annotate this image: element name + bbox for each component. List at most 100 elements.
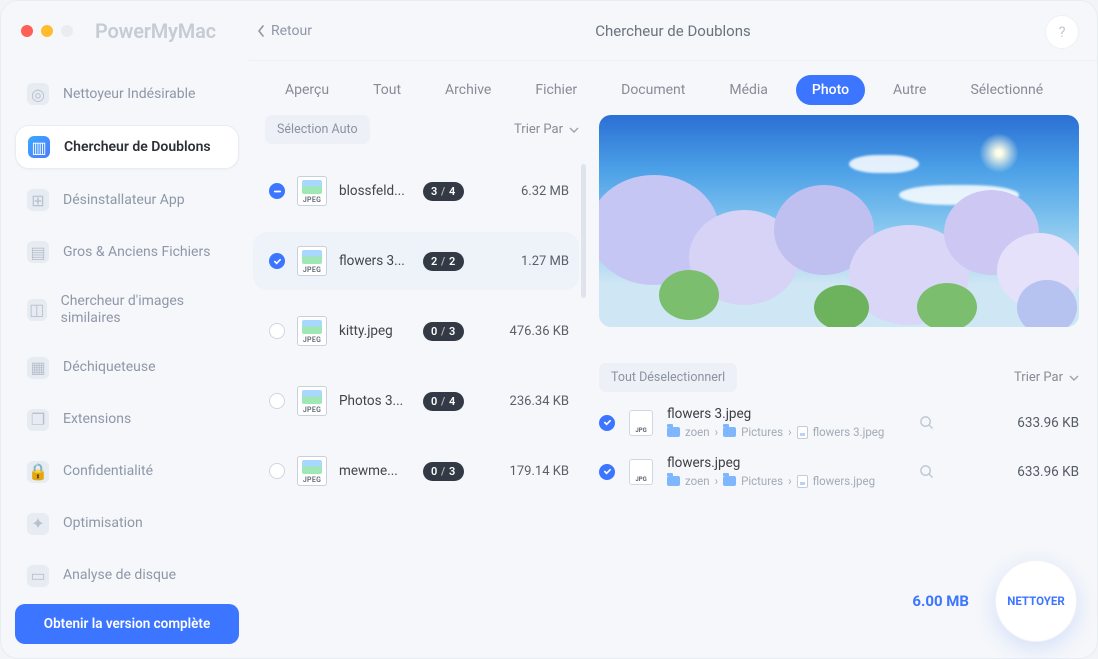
file-size: 179.14 KB [510,464,569,479]
duplicate-row[interactable]: JPGflowers 3.jpeg zoen › Pictures › flow… [599,406,1079,439]
tab-photo[interactable]: Photo [796,75,865,105]
disk-icon: ▭ [27,565,49,587]
sidebar-item-3[interactable]: ▤ Gros & Anciens Fichiers [15,231,239,273]
preview-icon[interactable] [919,415,934,430]
auto-select-button[interactable]: Sélection Auto [265,115,370,144]
group-row[interactable]: JPEGflowers 3...2 / 21.27 MB [253,232,579,290]
file-size: 476.36 KB [510,324,569,339]
sidebar-item-label: Gros & Anciens Fichiers [63,244,210,261]
app-icon: ⊞ [27,189,49,211]
duplicate-name: flowers.jpeg [667,455,905,471]
file-thumbnail: JPEG [297,176,327,206]
sidebar-item-label: Nettoyeur Indésirable [63,86,195,103]
group-checkbox[interactable] [269,183,285,199]
sidebar-item-label: Désinstallateur App [63,192,185,209]
sidebar-item-label: Déchiqueteuse [63,359,156,376]
tab-tout[interactable]: Tout [357,75,417,105]
back-button[interactable]: Retour [257,23,312,39]
sidebar-nav: ◎Nettoyeur Indésirable ▥Chercheur de Doub… [15,73,239,597]
group-row[interactable]: JPEGkitty.jpeg0 / 3476.36 KB [253,302,579,360]
total-size: 6.00 MB [912,592,969,610]
group-row[interactable]: JPEGPhotos 3...0 / 4236.34 KB [253,372,579,430]
group-list: JPEGblossfeld...3 / 46.32 MBJPEGflowers … [253,162,579,500]
footer: 6.00 MB NETTOYER [912,560,1077,642]
back-label: Retour [271,23,312,39]
group-panel: Sélection Auto Trier Par JPEG blossfeld..… [253,115,579,648]
group-checkbox[interactable] [269,323,285,339]
duplicate-path: zoen › Pictures › flowers.jpeg [667,474,905,488]
sidebar: PowerMyMac ◎Nettoyeur Indésirable ▥Cherch… [1,1,249,658]
help-button[interactable]: ? [1045,15,1079,49]
sidebar-item-0[interactable]: ◎Nettoyeur Indésirable [15,73,239,115]
preview-image [599,115,1079,327]
file-size: 236.34 KB [510,394,569,409]
group-checkbox[interactable] [269,393,285,409]
tab-archive[interactable]: Archive [429,75,507,105]
image-icon: ◫ [27,299,47,321]
page-title: Chercheur de Doublons [595,22,751,40]
sidebar-item-label: Confidentialité [63,463,153,480]
tab-document[interactable]: Document [605,75,701,105]
chevron-down-icon [1069,373,1079,383]
clean-button[interactable]: NETTOYER [995,560,1077,642]
window-controls: PowerMyMac [21,19,239,43]
sidebar-item-8[interactable]: ✦Optimisation [15,503,239,545]
duplicate-size: 633.96 KB [1017,464,1079,480]
sort-label: Trier Par [514,122,563,137]
box-icon: ▤ [27,241,49,263]
sort-button-detail[interactable]: Trier Par [1014,370,1079,385]
count-badge: 0 / 3 [423,322,464,341]
duplicate-checkbox[interactable] [599,415,615,431]
close-window-icon[interactable] [21,25,33,37]
folder-icon [667,427,680,437]
deselect-all-button[interactable]: Tout Déselectionnerl [599,363,737,392]
group-checkbox[interactable] [269,253,285,269]
group-row[interactable]: JPEGblossfeld...3 / 46.32 MB [253,162,579,220]
sidebar-item-6[interactable]: ❐Extensions [15,399,239,441]
tab-autre[interactable]: Autre [877,75,942,105]
file-thumbnail: JPEG [297,246,327,276]
sidebar-item-9[interactable]: ▭ Analyse de disque [15,555,239,597]
upgrade-button[interactable]: Obtenir la version complète [15,604,239,644]
help-icon: ? [1058,23,1065,41]
minimize-window-icon[interactable] [41,25,53,37]
sidebar-item-label: Chercheur de Doublons [64,139,211,156]
sidebar-item-5[interactable]: ▦ Déchiqueteuse [15,347,239,389]
duplicate-row[interactable]: JPGflowers.jpeg zoen › Pictures › flower… [599,455,1079,488]
sidebar-item-7[interactable]: 🔒 Confidentialité [15,451,239,493]
count-badge: 3 / 4 [423,182,464,201]
group-checkbox[interactable] [269,463,285,479]
group-toolbar: Sélection Auto Trier Par [265,115,579,144]
folder-icon [723,476,736,486]
duplicate-checkbox[interactable] [599,464,615,480]
file-name: kitty.jpeg [339,323,411,339]
sidebar-item-label: Analyse de disque [63,567,176,584]
sidebar-item-label: Optimisation [63,515,143,532]
sidebar-item-4[interactable]: ◫ Chercheur d'images similaires [15,283,239,337]
scrollbar-track [581,164,586,475]
count-badge: 2 / 2 [423,252,464,271]
file-thumbnail: JPG [629,410,653,436]
scrollbar-thumb[interactable] [581,164,586,298]
file-name: mewme... [339,463,411,479]
lock-icon: 🔒 [27,461,49,483]
chevron-down-icon [569,125,579,135]
tab-média[interactable]: Média [713,75,784,105]
shredder-icon: ▦ [27,357,49,379]
group-row[interactable]: JPEGmewme...0 / 3179.14 KB [253,442,579,500]
sort-button-groups[interactable]: Trier Par [514,122,579,137]
sidebar-item-label: Chercheur d'images similaires [61,293,227,327]
file-name: Photos 3... [339,393,411,409]
file-name: blossfeld... [339,183,411,199]
tab-sélectionné[interactable]: Sélectionné [954,75,1059,105]
zoom-window-icon[interactable] [61,25,73,37]
file-icon [797,475,808,488]
sidebar-item-2[interactable]: ⊞ Désinstallateur App [15,179,239,221]
duplicate-list: JPGflowers 3.jpeg zoen › Pictures › flow… [599,406,1079,488]
tab-aperçu[interactable]: Aperçu [269,75,345,105]
sort-label: Trier Par [1014,370,1063,385]
tab-fichier[interactable]: Fichier [519,75,593,105]
preview-icon[interactable] [919,464,934,479]
sidebar-item-1[interactable]: ▥Chercheur de Doublons [15,125,239,169]
duplicate-path: zoen › Pictures › flowers 3.jpeg [667,425,905,439]
